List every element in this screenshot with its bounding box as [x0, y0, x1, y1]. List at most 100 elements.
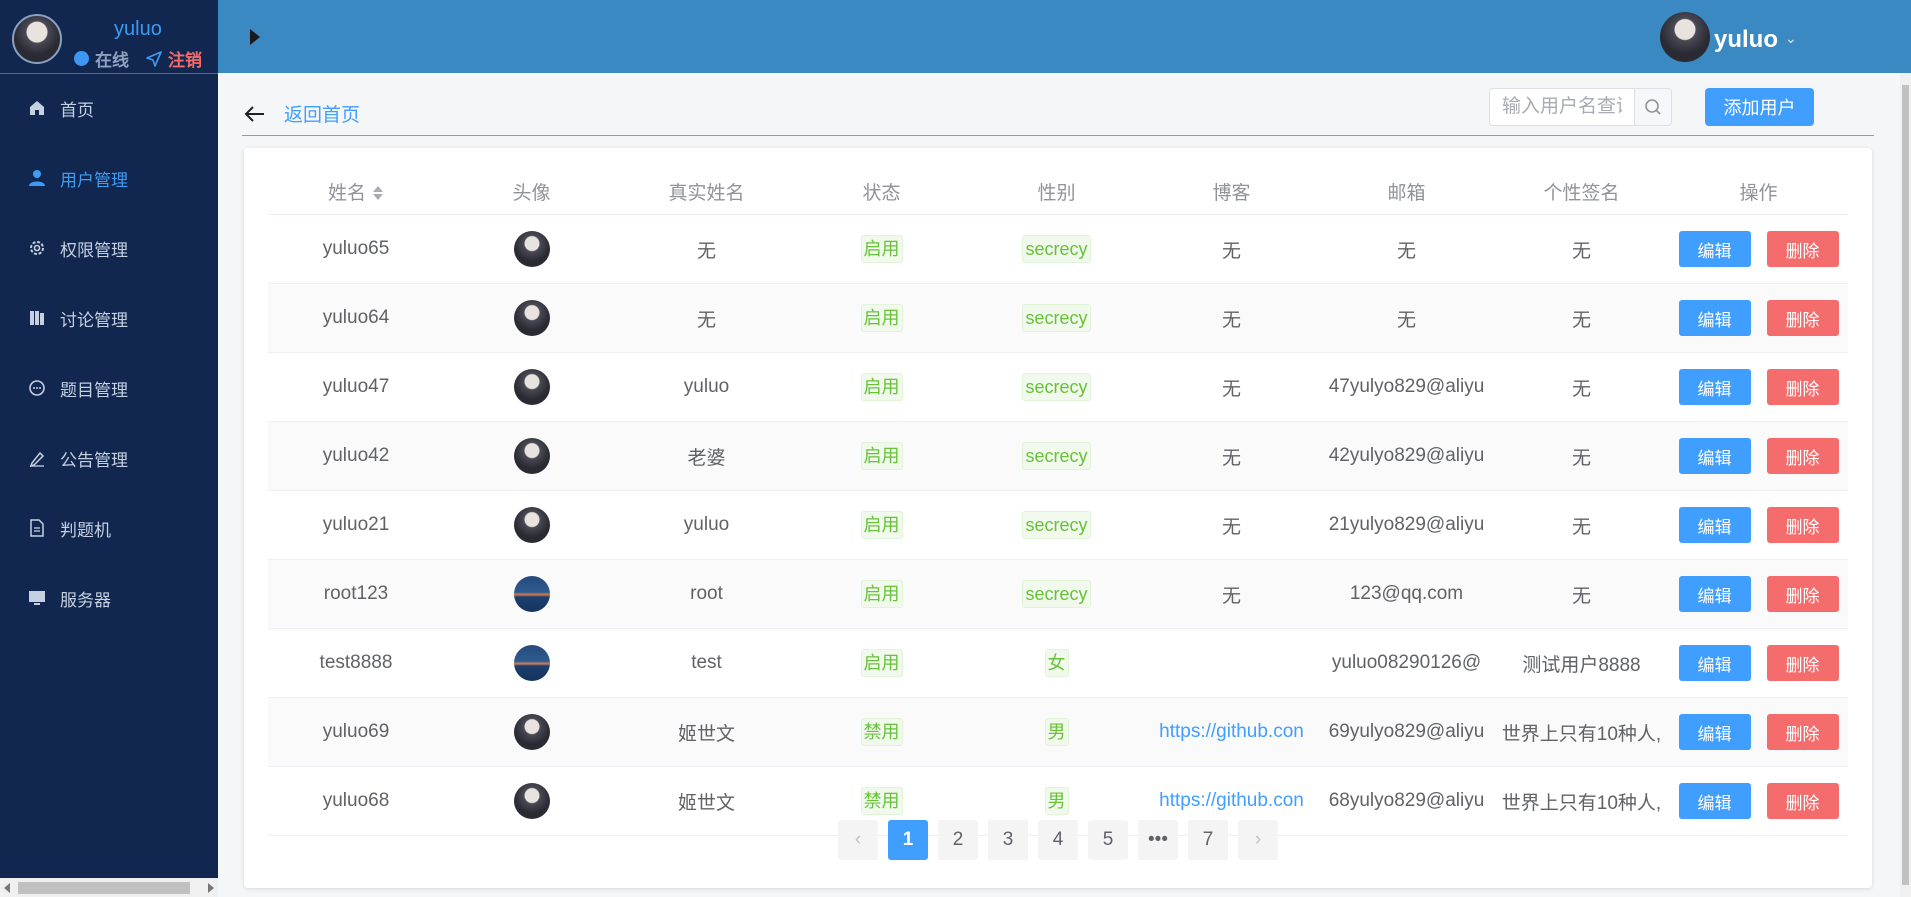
add-user-button[interactable]: 添加用户: [1705, 88, 1814, 126]
search-input[interactable]: [1490, 89, 1634, 125]
delete-button[interactable]: 删除: [1766, 300, 1839, 336]
edit-button[interactable]: 编辑: [1678, 714, 1751, 750]
edit-button[interactable]: 编辑: [1678, 438, 1751, 474]
email-text: 69yulyo829@aliyu: [1328, 721, 1485, 742]
avatar: [513, 576, 550, 612]
sidebar-item-permissions[interactable]: 权限管理: [0, 213, 218, 283]
page-button[interactable]: 2: [938, 820, 978, 860]
blog-link[interactable]: https://github.con: [1145, 721, 1318, 743]
cell-gender: secrecy: [969, 421, 1144, 491]
edit-button[interactable]: 编辑: [1678, 783, 1751, 819]
top-header: yuluo ⌄: [218, 0, 1911, 73]
search-button[interactable]: [1634, 89, 1671, 125]
scrollbar-thumb[interactable]: [18, 882, 190, 894]
gender-badge: secrecy: [1022, 373, 1091, 401]
scroll-left-arrow-icon[interactable]: [4, 883, 10, 893]
sort-icon[interactable]: [372, 184, 384, 202]
cell-realname: test: [619, 628, 794, 698]
cell-realname: yuluo: [619, 352, 794, 422]
column-header-actions: 操作: [1669, 168, 1848, 215]
page-button[interactable]: 3: [988, 820, 1028, 860]
logout-link[interactable]: 注销: [146, 46, 202, 71]
cell-actions: 编辑 删除: [1669, 697, 1848, 767]
edit-button[interactable]: 编辑: [1678, 300, 1751, 336]
status-badge: 禁用: [860, 718, 903, 746]
delete-button[interactable]: 删除: [1766, 507, 1839, 543]
cell-name: yuluo42: [268, 421, 444, 491]
prev-page-button[interactable]: ‹: [838, 820, 878, 860]
page-vertical-scrollbar[interactable]: [1900, 73, 1911, 897]
cell-name: test8888: [268, 628, 444, 698]
cell-blog[interactable]: https://github.con: [1144, 697, 1319, 767]
signature-text: 无: [1571, 309, 1591, 331]
column-header-label: 姓名: [327, 182, 366, 204]
cell-avatar: [444, 490, 619, 560]
cell-name: yuluo65: [268, 214, 444, 284]
column-header-name[interactable]: 姓名: [268, 168, 444, 215]
scrollbar-thumb[interactable]: [1902, 85, 1909, 885]
sidebar-item-announcements[interactable]: 公告管理: [0, 423, 218, 493]
cell-name: root123: [268, 559, 444, 629]
chat-icon: [29, 380, 45, 396]
header-avatar[interactable]: [1660, 12, 1710, 62]
next-page-button[interactable]: ›: [1238, 820, 1278, 860]
sidebar-item-label: 判题机: [60, 520, 111, 540]
delete-button[interactable]: 删除: [1766, 231, 1839, 267]
cell-name: yuluo68: [268, 766, 444, 836]
delete-button[interactable]: 删除: [1766, 783, 1839, 819]
edit-button[interactable]: 编辑: [1678, 231, 1751, 267]
sidebar-item-label: 讨论管理: [60, 310, 128, 330]
cell-actions: 编辑 删除: [1669, 214, 1848, 284]
page-button[interactable]: 5: [1088, 820, 1128, 860]
page-button[interactable]: 7: [1188, 820, 1228, 860]
delete-button[interactable]: 删除: [1766, 645, 1839, 681]
cell-signature: 无: [1494, 283, 1669, 353]
cell-email: 123@qq.com: [1319, 559, 1494, 629]
edit-button[interactable]: 编辑: [1678, 645, 1751, 681]
cell-blog: 无: [1144, 214, 1319, 284]
gender-badge: 男: [1044, 718, 1069, 746]
avatar: [513, 231, 550, 267]
status-badge: 启用: [860, 304, 903, 332]
avatar: [513, 783, 550, 819]
email-text: yuluo08290126@: [1331, 652, 1482, 673]
cell-actions: 编辑 删除: [1669, 628, 1848, 698]
cell-avatar: [444, 697, 619, 767]
table-row: yuluo47 yuluo 启用 secrecy 无 47yulyo829@aliyu 无 编…: [268, 352, 1848, 422]
sidebar-horizontal-scrollbar[interactable]: [0, 878, 218, 897]
page-button[interactable]: 4: [1038, 820, 1078, 860]
page-button[interactable]: 1: [888, 820, 928, 860]
status-badge: 启用: [860, 373, 903, 401]
avatar: [513, 438, 550, 474]
sidebar-item-problems[interactable]: 题目管理: [0, 353, 218, 423]
sidebar-item-label: 服务器: [60, 590, 111, 610]
collapse-toggle-icon[interactable]: [250, 29, 260, 45]
scroll-right-arrow-icon[interactable]: [208, 883, 214, 893]
sidebar-item-discussions[interactable]: 讨论管理: [0, 283, 218, 353]
table-row: yuluo64 无 启用 secrecy 无 无 无 编辑 删除: [268, 283, 1848, 353]
back-to-home[interactable]: 返回首页: [244, 100, 360, 127]
cell-signature: 无: [1494, 490, 1669, 560]
cell-realname: 老婆: [619, 421, 794, 491]
edit-button[interactable]: 编辑: [1678, 507, 1751, 543]
edit-button[interactable]: 编辑: [1678, 369, 1751, 405]
cell-signature: 测试用户8888: [1494, 628, 1669, 698]
more-pages-button[interactable]: •••: [1138, 820, 1178, 860]
delete-button[interactable]: 删除: [1766, 438, 1839, 474]
blog-link[interactable]: https://github.con: [1145, 790, 1318, 812]
avatar: [513, 507, 550, 543]
blog-text: 无: [1221, 447, 1241, 469]
cell-email: 47yulyo829@aliyu: [1319, 352, 1494, 422]
column-header-email: 邮箱: [1319, 168, 1494, 215]
chevron-down-icon[interactable]: ⌄: [1785, 30, 1797, 47]
sidebar-item-server[interactable]: 服务器: [0, 563, 218, 633]
header-username[interactable]: yuluo: [1714, 26, 1778, 54]
delete-button[interactable]: 删除: [1766, 369, 1839, 405]
sidebar-item-users[interactable]: 用户管理: [0, 143, 218, 213]
delete-button[interactable]: 删除: [1766, 576, 1839, 612]
sidebar-item-home[interactable]: 首页: [0, 73, 218, 143]
delete-button[interactable]: 删除: [1766, 714, 1839, 750]
sidebar-item-judge[interactable]: 判题机: [0, 493, 218, 563]
cell-avatar: [444, 559, 619, 629]
edit-button[interactable]: 编辑: [1678, 576, 1751, 612]
